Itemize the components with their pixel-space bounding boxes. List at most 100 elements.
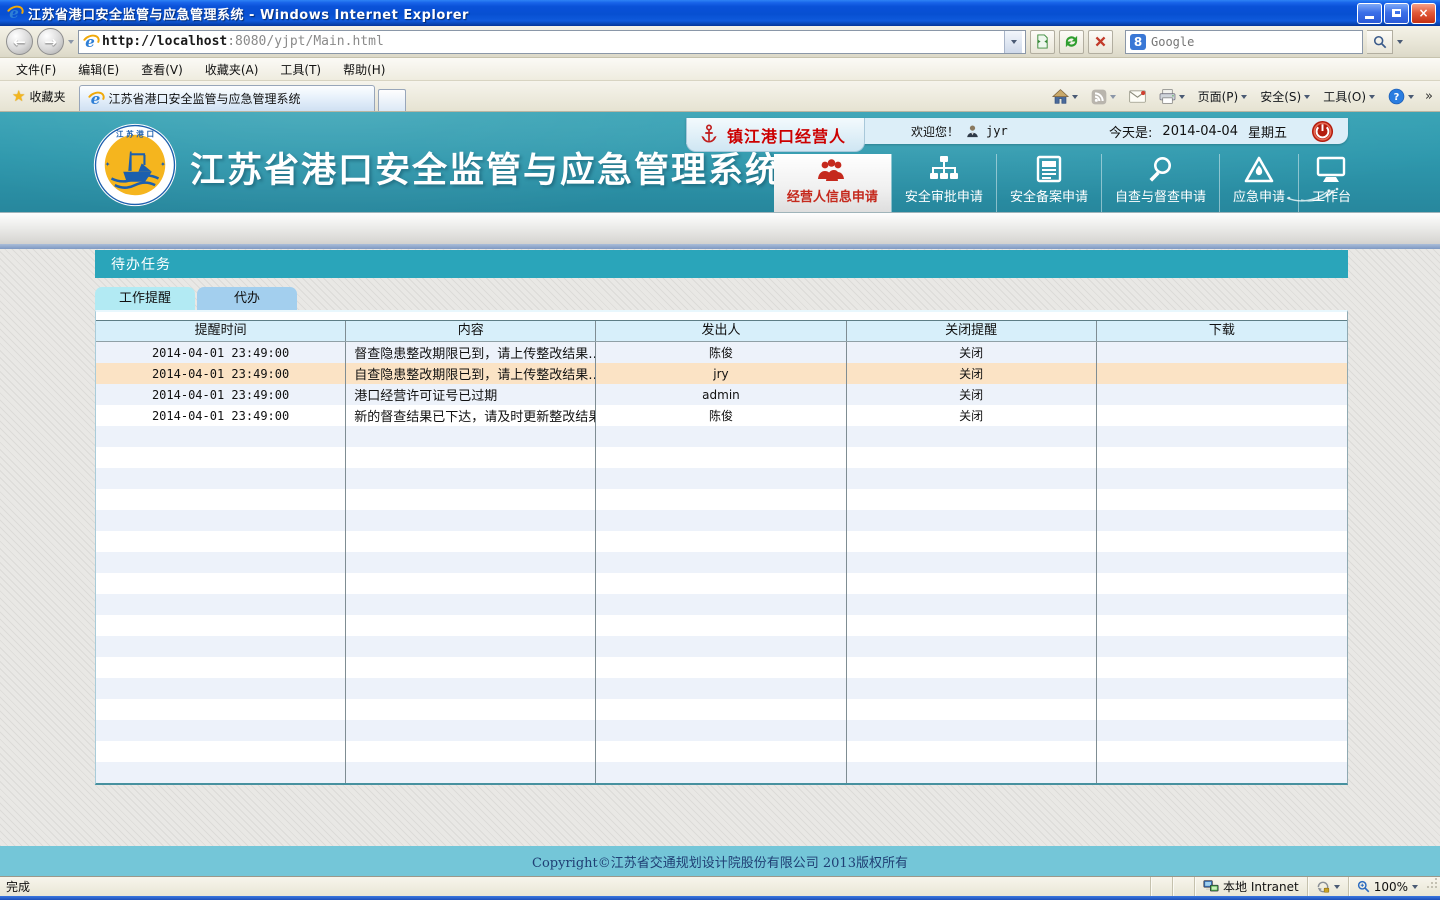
intranet-computer-icon [1203, 880, 1219, 893]
home-icon [1052, 89, 1069, 104]
empty-cell [96, 636, 346, 657]
nav-item-0[interactable]: 经营人信息申请 [774, 154, 891, 212]
protected-mode-icon [1316, 880, 1330, 894]
tools-menu-label: 工具(O) [1323, 88, 1366, 105]
address-dropdown-button[interactable] [1004, 31, 1022, 53]
column-header-0: 提醒时间 [96, 321, 346, 341]
table-row-empty [96, 468, 1347, 489]
security-menu-button[interactable]: 安全(S) [1255, 85, 1315, 108]
empty-cell [1097, 636, 1347, 657]
browser-tab[interactable]: 江苏省港口安全监管与应急管理系统 [79, 85, 375, 111]
empty-cell [96, 489, 346, 510]
table-row: 2014-04-01 23:49:00新的督查结果已下达，请及时更新整改结果陈俊… [96, 405, 1347, 426]
nav-item-5[interactable]: 工作台 [1298, 154, 1364, 212]
logout-power-button[interactable] [1311, 120, 1334, 143]
empty-cell [346, 573, 596, 594]
empty-cell [596, 678, 846, 699]
table-row-empty [96, 426, 1347, 447]
menu-item-3[interactable]: 收藏夹(A) [195, 59, 269, 80]
close-reminder-link[interactable]: 关闭 [847, 342, 1097, 363]
new-tab-button[interactable] [378, 89, 406, 111]
menu-item-2[interactable]: 查看(V) [131, 59, 193, 80]
user-info-strip: 镇江港口经营人 欢迎您！ jyr 今天是: 2014-04-04 星期五 [686, 118, 1348, 144]
empty-cell [1097, 573, 1347, 594]
nav-item-4[interactable]: 应急申请 [1219, 154, 1298, 212]
search-box[interactable]: 8 [1125, 30, 1363, 54]
empty-cell [1097, 762, 1347, 783]
nav-item-2[interactable]: 安全备案申请 [996, 154, 1101, 212]
reminder-sender: admin [596, 384, 846, 405]
table-row-empty [96, 720, 1347, 741]
google-icon: 8 [1130, 34, 1146, 50]
close-reminder-link[interactable]: 关闭 [847, 405, 1097, 426]
tab-favicon-icon [87, 91, 103, 107]
resize-grip[interactable] [1426, 877, 1440, 896]
empty-cell [596, 426, 846, 447]
restore-button[interactable] [1384, 3, 1409, 24]
read-mail-button[interactable] [1124, 87, 1151, 106]
document-icon [1036, 155, 1062, 183]
page-viewport: 江 苏 港 口 ✦ ✦ 江苏省港口安全监管与应急管理系统 镇江 [0, 112, 1440, 876]
stop-button[interactable] [1088, 30, 1113, 54]
address-input[interactable]: http://localhost:8080/yjpt/Main.html [78, 30, 1026, 54]
empty-cell [96, 573, 346, 594]
empty-cell [96, 510, 346, 531]
feeds-button[interactable] [1086, 86, 1121, 108]
empty-cell [1097, 615, 1347, 636]
empty-cell [346, 426, 596, 447]
column-header-4: 下载 [1097, 321, 1347, 341]
command-overflow-button[interactable]: » [1422, 89, 1436, 104]
empty-cell [847, 615, 1097, 636]
menu-item-1[interactable]: 编辑(E) [68, 59, 129, 80]
empty-cell [96, 657, 346, 678]
refresh-button[interactable] [1059, 30, 1084, 54]
minimize-button[interactable] [1357, 3, 1382, 24]
print-button[interactable] [1154, 86, 1190, 107]
empty-cell [1097, 699, 1347, 720]
panel-tab-0[interactable]: 工作提醒 [95, 287, 195, 310]
search-button[interactable] [1367, 30, 1393, 54]
favorites-bar: ★ 收藏夹 江苏省港口安全监管与应急管理系统 [0, 81, 1440, 112]
username: jyr [986, 124, 1008, 138]
orgchart-icon [929, 155, 959, 183]
forward-button[interactable]: → [37, 28, 64, 55]
menu-item-4[interactable]: 工具(T) [270, 59, 331, 80]
close-reminder-link[interactable]: 关闭 [847, 363, 1097, 384]
nav-item-1[interactable]: 安全审批申请 [891, 154, 996, 212]
menu-item-5[interactable]: 帮助(H) [333, 59, 395, 80]
close-button[interactable]: × [1411, 3, 1436, 24]
history-dropdown-icon[interactable] [68, 40, 74, 47]
tools-menu-button[interactable]: 工具(O) [1318, 85, 1380, 108]
menu-item-0[interactable]: 文件(F) [6, 59, 66, 80]
reminder-sender: 陈俊 [596, 342, 846, 363]
protected-mode-panel[interactable] [1307, 877, 1348, 896]
port-logo-icon: 江 苏 港 口 ✦ ✦ [93, 123, 177, 207]
compatibility-view-button[interactable] [1030, 30, 1055, 54]
empty-cell [96, 468, 346, 489]
people-icon [817, 157, 847, 183]
svg-text:?: ? [1394, 92, 1400, 103]
close-reminder-link[interactable]: 关闭 [847, 384, 1097, 405]
search-input[interactable] [1151, 35, 1358, 49]
panel-tab-1[interactable]: 代办 [197, 287, 297, 310]
zoom-panel[interactable]: 100% [1348, 877, 1426, 896]
empty-cell [1097, 741, 1347, 762]
help-button[interactable]: ? [1383, 85, 1419, 108]
workbench-monitor-icon [1316, 156, 1346, 183]
empty-cell [596, 489, 846, 510]
security-zone-panel[interactable]: 本地 Intranet [1194, 877, 1307, 896]
table-row: 2014-04-01 23:49:00督查隐患整改期限已到，请上传整改结果…陈俊… [96, 342, 1347, 363]
empty-cell [596, 447, 846, 468]
home-button[interactable] [1047, 86, 1083, 107]
favorites-button[interactable]: ★ 收藏夹 [4, 83, 73, 111]
back-button[interactable]: ← [6, 28, 33, 55]
favorites-star-icon: ★ [12, 87, 25, 105]
panel-title: 待办任务 [95, 250, 1348, 278]
page-menu-button[interactable]: 页面(P) [1193, 85, 1253, 108]
empty-cell [346, 552, 596, 573]
nav-item-3[interactable]: 自查与督查申请 [1101, 154, 1219, 212]
search-options-dropdown-icon[interactable] [1397, 40, 1403, 47]
empty-cell [96, 594, 346, 615]
empty-cell [596, 594, 846, 615]
empty-cell [346, 762, 596, 783]
